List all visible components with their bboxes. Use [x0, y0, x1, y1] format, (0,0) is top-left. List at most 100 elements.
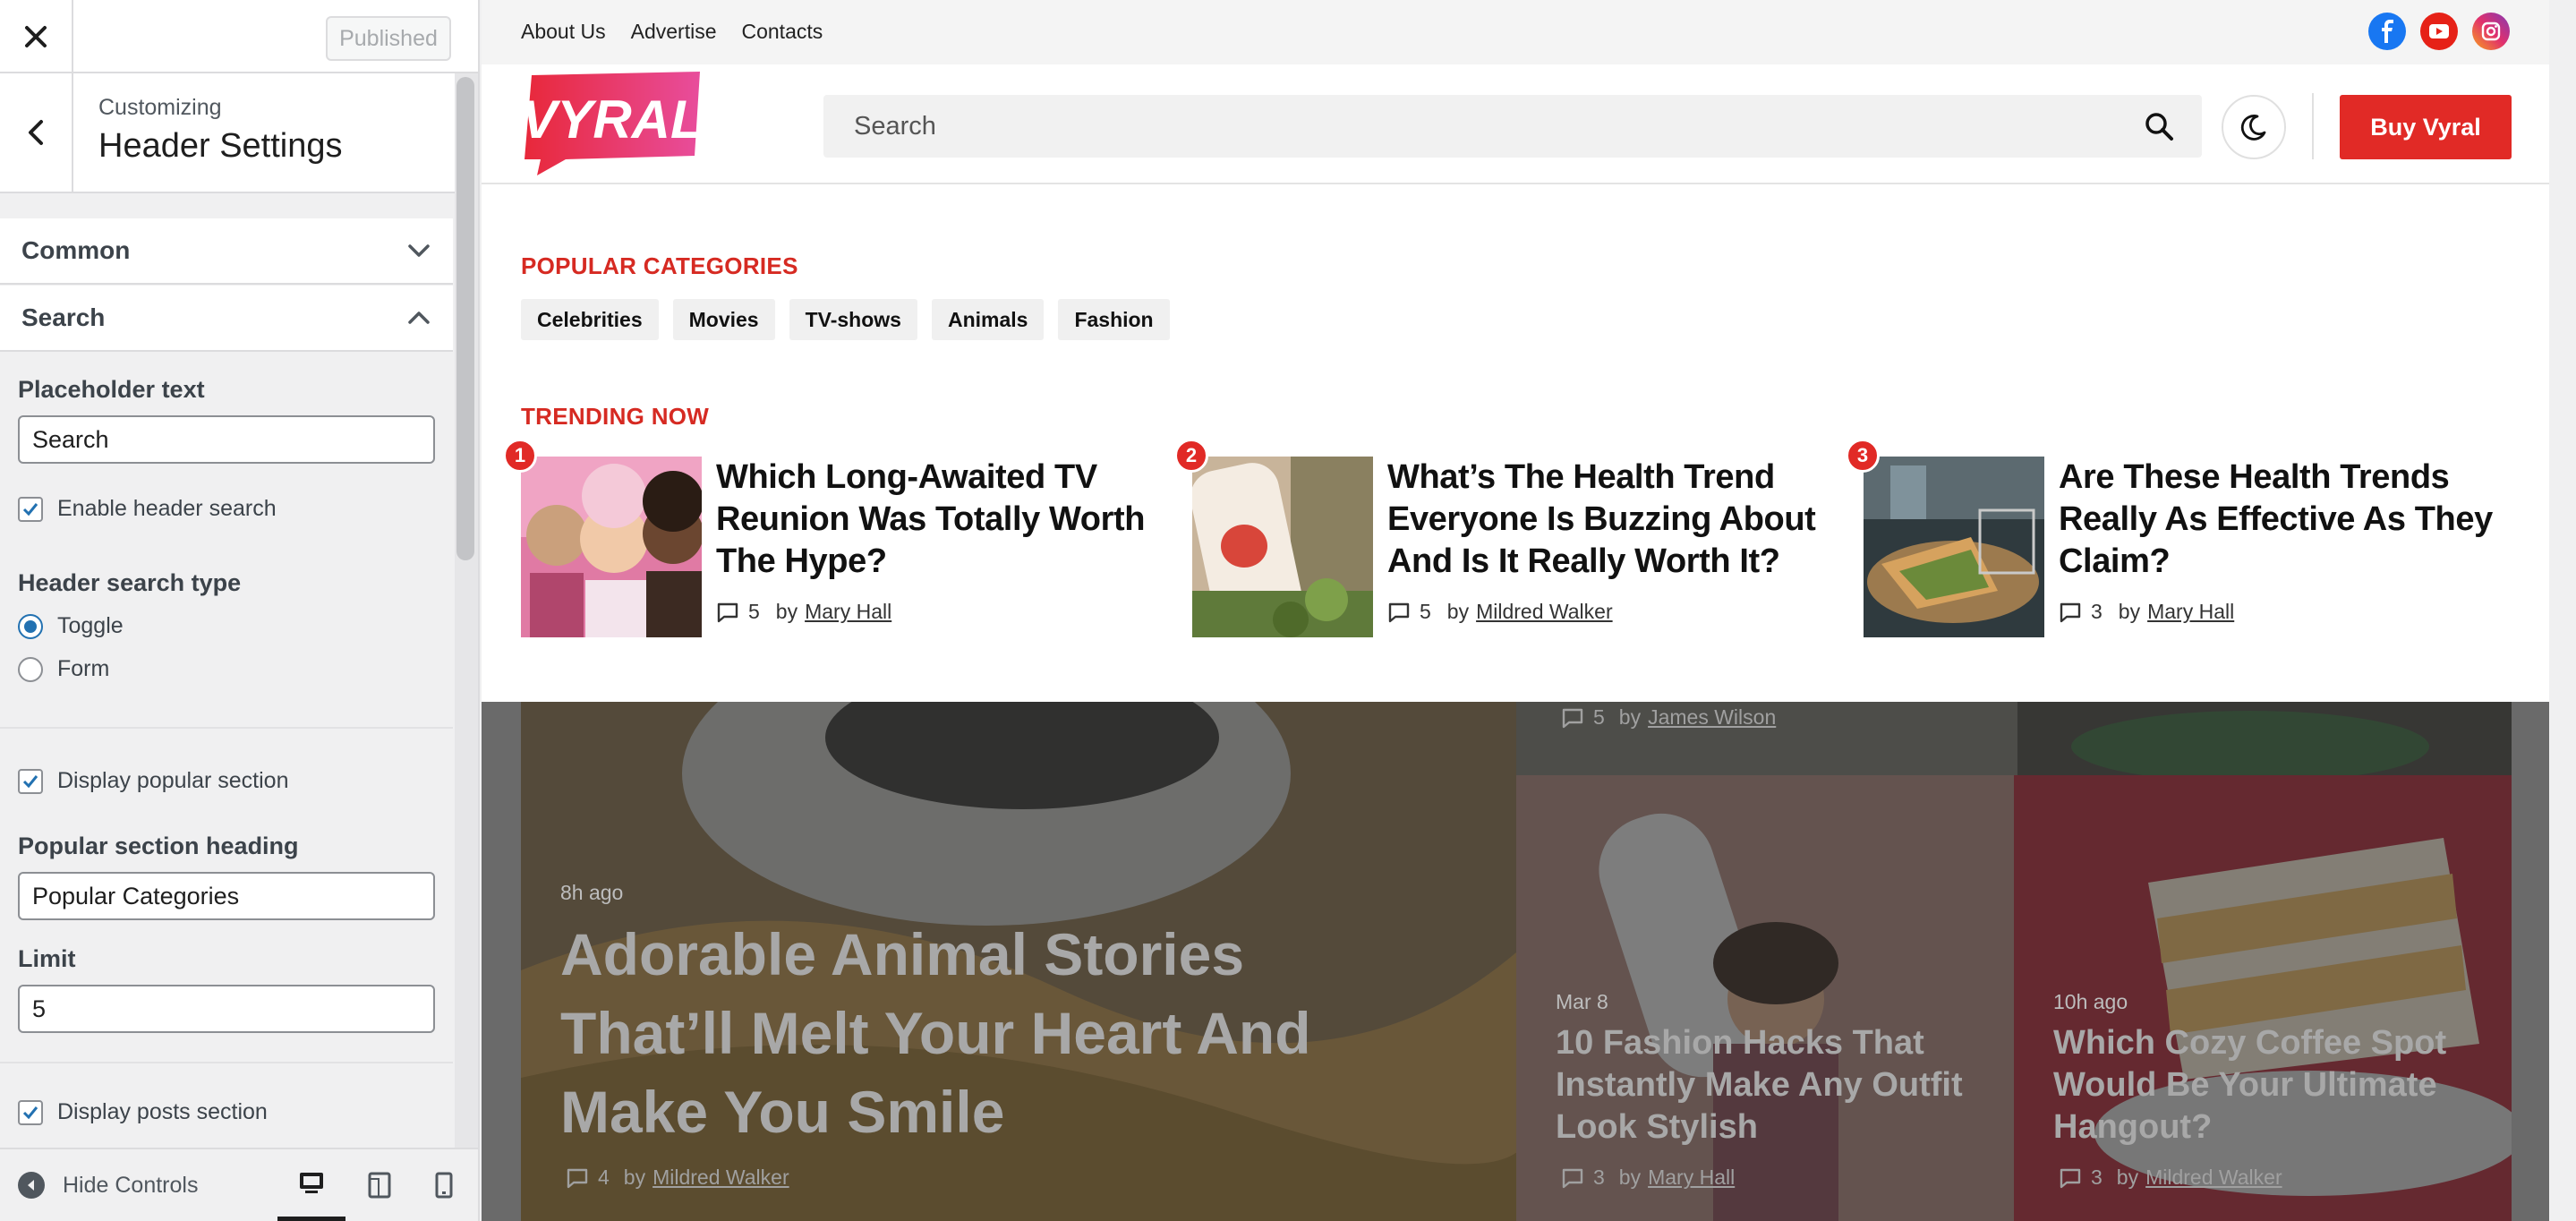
- featured-post-top[interactable]: 5 by James Wilson: [1516, 702, 2512, 775]
- post-time: 10h ago: [2053, 990, 2128, 1013]
- section-label: Common: [21, 236, 131, 264]
- comment-count: 5: [748, 600, 760, 623]
- featured-post-left[interactable]: Mar 8 10 Fashion Hacks That Instantly Ma…: [1516, 775, 2014, 1221]
- author-link[interactable]: Mildred Walker: [653, 1166, 789, 1190]
- trending-item[interactable]: 1 Which Long-Awaited TV Reunion Was Tota…: [503, 439, 1183, 637]
- header-search[interactable]: Search: [823, 95, 2202, 158]
- instagram-icon[interactable]: [2472, 13, 2510, 50]
- nav-link-contacts[interactable]: Contacts: [741, 20, 823, 44]
- limit-input[interactable]: 5: [18, 985, 435, 1033]
- author-link[interactable]: Mildred Walker: [1476, 600, 1613, 624]
- author-link[interactable]: Mildred Walker: [2145, 1166, 2282, 1190]
- popular-heading-label: Popular section heading: [18, 832, 299, 859]
- category-movies[interactable]: Movies: [672, 299, 775, 340]
- post-meta: 4 by Mildred Walker: [566, 1166, 789, 1190]
- site-header: VYRAL Search Buy Vyral: [482, 64, 2549, 184]
- dark-mode-toggle[interactable]: [2222, 95, 2286, 159]
- back-button[interactable]: [0, 73, 73, 192]
- by-label: by: [775, 600, 798, 623]
- comment-count: 3: [2091, 600, 2103, 623]
- tablet-preview-button[interactable]: [345, 1149, 414, 1221]
- vyral-logo[interactable]: VYRAL: [521, 70, 704, 175]
- author-link[interactable]: Mary Hall: [2147, 600, 2234, 624]
- trending-title[interactable]: Which Long-Awaited TV Reunion Was Totall…: [716, 457, 1181, 583]
- trending-meta: 5 by Mary Hall: [716, 600, 891, 624]
- placeholder-label: Placeholder text: [18, 376, 205, 403]
- youtube-icon[interactable]: [2420, 13, 2458, 50]
- close-customizer-button[interactable]: [0, 0, 73, 73]
- nav-link-advertise[interactable]: Advertise: [631, 20, 717, 44]
- popular-categories-heading: POPULAR CATEGORIES: [521, 252, 798, 279]
- category-celebrities[interactable]: Celebrities: [521, 299, 659, 340]
- trending-thumbnail[interactable]: [521, 457, 702, 637]
- comment-icon: [1562, 708, 1583, 728]
- search-icon[interactable]: [2143, 110, 2175, 142]
- comment-icon: [2060, 1168, 2081, 1188]
- author-link[interactable]: Mary Hall: [1648, 1166, 1735, 1190]
- post-title[interactable]: 10 Fashion Hacks That Instantly Make Any…: [1556, 1022, 1976, 1148]
- category-animals[interactable]: Animals: [931, 299, 1045, 340]
- category-fashion[interactable]: Fashion: [1058, 299, 1170, 340]
- category-tv-shows[interactable]: TV-shows: [789, 299, 917, 340]
- search-placeholder: Search: [854, 111, 936, 141]
- enable-search-checkbox[interactable]: [18, 496, 43, 522]
- search-type-toggle-row[interactable]: Toggle: [18, 613, 124, 639]
- checkmark-icon: [22, 1106, 38, 1119]
- tablet-icon: [368, 1172, 391, 1199]
- trending-title[interactable]: Are These Health Trends Really As Effect…: [2059, 457, 2524, 583]
- author-link[interactable]: Mary Hall: [805, 600, 891, 624]
- desktop-preview-button[interactable]: [277, 1149, 345, 1221]
- trending-item[interactable]: 3 Are These Health Trends Really As Effe…: [1846, 439, 2526, 637]
- placeholder-input[interactable]: Search: [18, 415, 435, 464]
- trending-thumbnail[interactable]: [1192, 457, 1373, 637]
- comment-count: 5: [1593, 705, 1605, 729]
- comment-count: 4: [598, 1166, 610, 1189]
- display-posts-checkbox-row[interactable]: Display posts section: [18, 1099, 268, 1125]
- display-popular-label: Display popular section: [57, 768, 289, 793]
- trending-item[interactable]: 2 What’s The Health Trend Everyone Is Bu…: [1174, 439, 1855, 637]
- popular-heading-input[interactable]: Popular Categories: [18, 872, 435, 920]
- by-label: by: [1446, 600, 1470, 623]
- by-label: by: [1618, 1166, 1642, 1189]
- chevron-up-icon: [408, 312, 430, 324]
- post-title[interactable]: Which Cozy Coffee Spot Would Be Your Ult…: [2053, 1022, 2474, 1148]
- post-time: Mar 8: [1556, 990, 1608, 1013]
- checkmark-icon: [22, 774, 38, 788]
- post-title[interactable]: Adorable Animal Stories That’ll Melt You…: [560, 915, 1420, 1151]
- search-type-label: Header search type: [18, 569, 242, 596]
- featured-post-main[interactable]: 8h ago Adorable Animal Stories That’ll M…: [521, 702, 1516, 1221]
- comment-icon: [1388, 602, 1410, 622]
- trending-title[interactable]: What’s The Health Trend Everyone Is Buzz…: [1387, 457, 1853, 583]
- trending-thumbnail[interactable]: [1864, 457, 2044, 637]
- sidebar-scrollbar[interactable]: [456, 77, 474, 560]
- search-type-toggle-radio[interactable]: [18, 613, 43, 639]
- mobile-preview-button[interactable]: [410, 1149, 478, 1221]
- featured-posts-overlay: 8h ago Adorable Animal Stories That’ll M…: [482, 702, 2549, 1221]
- author-link[interactable]: James Wilson: [1648, 705, 1776, 730]
- facebook-icon[interactable]: [2368, 13, 2406, 50]
- buy-vyral-button[interactable]: Buy Vyral: [2340, 95, 2512, 159]
- trending-rank-badge: 1: [503, 439, 537, 473]
- display-posts-checkbox[interactable]: [18, 1099, 43, 1125]
- enable-search-checkbox-row[interactable]: Enable header search: [18, 496, 277, 522]
- section-search[interactable]: Search: [0, 286, 453, 352]
- comment-count: 5: [1420, 600, 1431, 623]
- limit-label: Limit: [18, 945, 76, 972]
- customizer-sidebar: Published Customizing Header Settings Co…: [0, 0, 480, 1221]
- chevron-down-icon: [408, 244, 430, 257]
- trending-meta: 5 by Mildred Walker: [1387, 600, 1613, 624]
- hide-controls-button[interactable]: Hide Controls: [18, 1172, 198, 1199]
- search-type-form-radio[interactable]: [18, 656, 43, 682]
- featured-post-right[interactable]: 10h ago Which Cozy Coffee Spot Would Be …: [2014, 775, 2512, 1221]
- published-button[interactable]: Published: [326, 16, 451, 61]
- section-common[interactable]: Common: [0, 218, 453, 285]
- search-type-form-row[interactable]: Form: [18, 656, 109, 682]
- nav-link-about[interactable]: About Us: [521, 20, 606, 44]
- display-popular-checkbox[interactable]: [18, 768, 43, 794]
- trending-rank-badge: 3: [1846, 439, 1880, 473]
- display-popular-checkbox-row[interactable]: Display popular section: [18, 768, 288, 794]
- radio-label: Toggle: [57, 613, 124, 638]
- post-meta: 5 by James Wilson: [1561, 705, 1776, 730]
- panel-title: Header Settings: [98, 127, 343, 165]
- post-time: 8h ago: [560, 881, 624, 904]
